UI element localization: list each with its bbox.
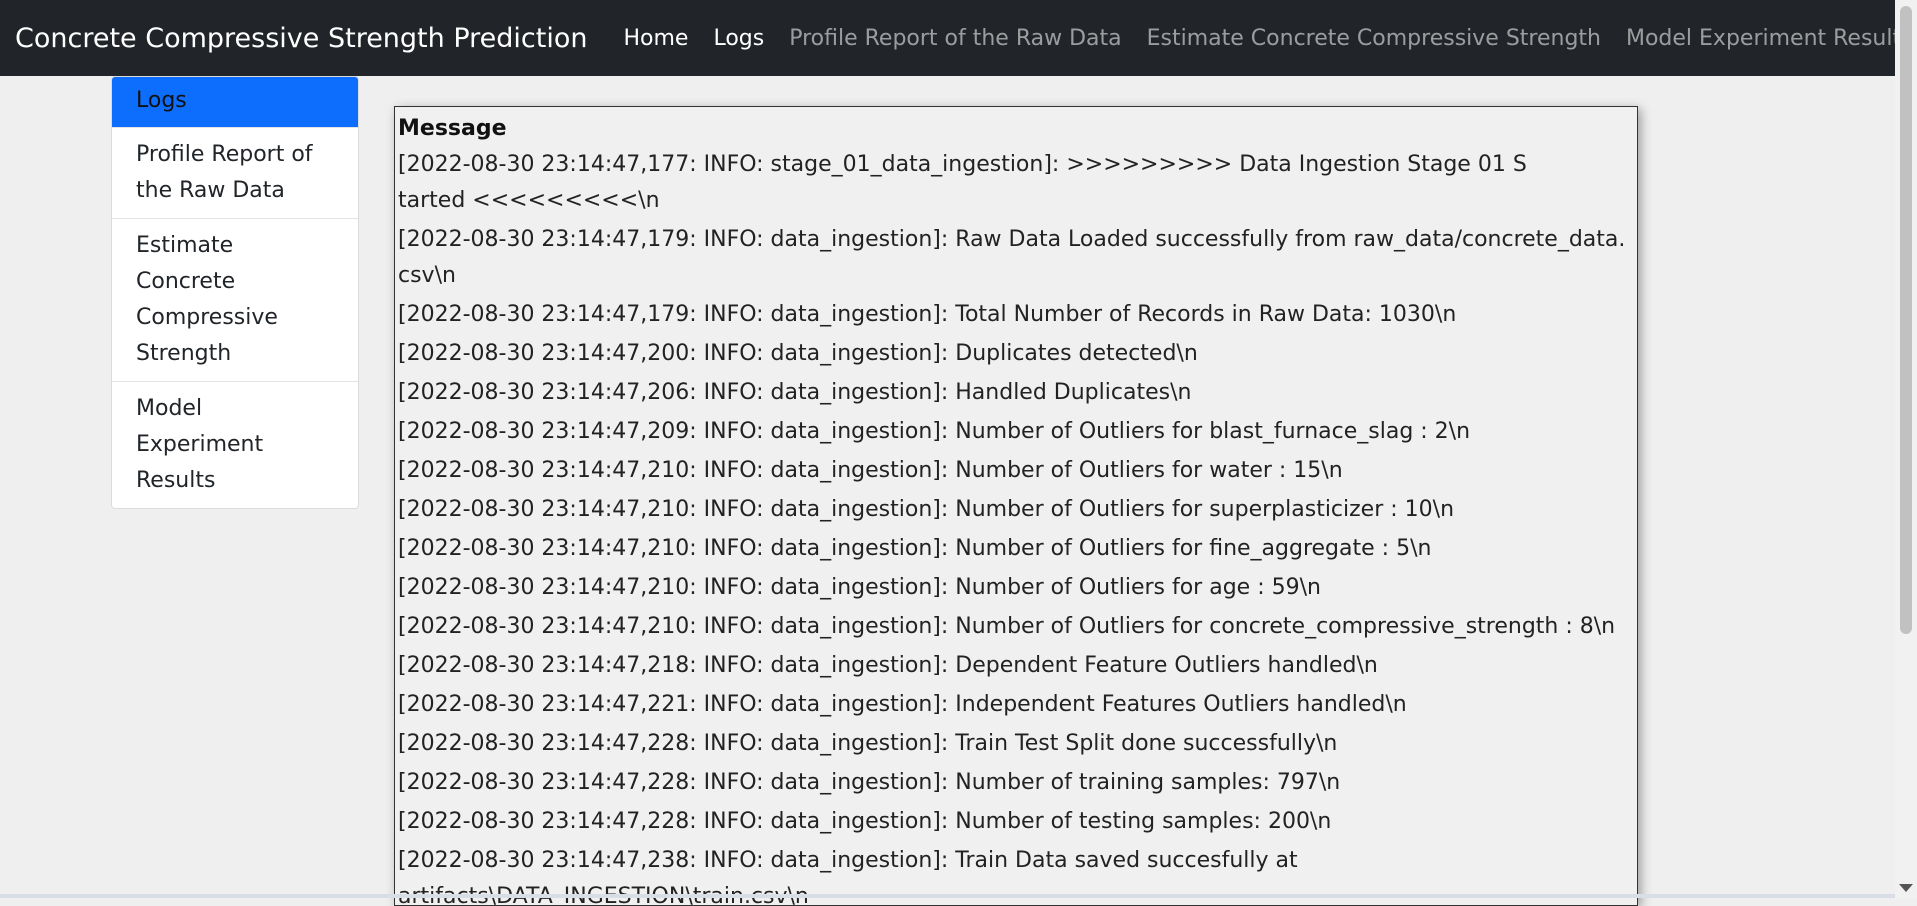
sidebar-item-estimate-strength[interactable]: Estimate Concrete Compressive Strength <box>112 219 358 382</box>
nav-link-profile-report[interactable]: Profile Report of the Raw Data <box>789 26 1121 51</box>
log-row: [2022-08-30 23:14:47,210: INFO: data_ing… <box>398 570 1634 606</box>
log-row: [2022-08-30 23:14:47,179: INFO: data_ing… <box>398 222 1634 294</box>
log-row: [2022-08-30 23:14:47,228: INFO: data_ing… <box>398 726 1634 762</box>
log-table: Message [2022-08-30 23:14:47,177: INFO: … <box>394 106 1638 906</box>
log-row: [2022-08-30 23:14:47,221: INFO: data_ing… <box>398 687 1634 723</box>
nav-link-home[interactable]: Home <box>623 26 688 51</box>
log-row: [2022-08-30 23:14:47,177: INFO: stage_01… <box>398 147 1528 219</box>
sidebar-item-logs[interactable]: Logs <box>112 77 358 128</box>
log-row: [2022-08-30 23:14:47,228: INFO: data_ing… <box>398 804 1634 840</box>
log-row: [2022-08-30 23:14:47,179: INFO: data_ing… <box>398 297 1634 333</box>
log-row: [2022-08-30 23:14:47,218: INFO: data_ing… <box>398 648 1634 684</box>
sidebar-item-profile-report[interactable]: Profile Report of the Raw Data <box>112 128 358 219</box>
scrollbar-thumb[interactable] <box>1900 6 1912 634</box>
nav-link-model-results[interactable]: Model Experiment Results <box>1626 26 1913 51</box>
page-scrollbar[interactable] <box>1895 0 1917 898</box>
bottom-edge <box>0 894 1895 898</box>
log-row: [2022-08-30 23:14:47,228: INFO: data_ing… <box>398 765 1634 801</box>
log-row: [2022-08-30 23:14:47,206: INFO: data_ing… <box>398 375 1634 411</box>
scroll-down-arrow-icon[interactable] <box>1899 884 1913 892</box>
log-row: [2022-08-30 23:14:47,210: INFO: data_ing… <box>398 492 1634 528</box>
top-navbar: Concrete Compressive Strength Prediction… <box>0 0 1895 76</box>
sidebar: Logs Profile Report of the Raw Data Esti… <box>111 76 359 509</box>
log-row: [2022-08-30 23:14:47,210: INFO: data_ing… <box>398 531 1634 567</box>
nav-link-logs[interactable]: Logs <box>713 26 764 51</box>
log-row: [2022-08-30 23:14:47,210: INFO: data_ing… <box>398 453 1634 489</box>
log-row: [2022-08-30 23:14:47,210: INFO: data_ing… <box>398 609 1634 645</box>
log-column-header: Message <box>398 111 1634 147</box>
brand-title[interactable]: Concrete Compressive Strength Prediction <box>15 23 587 54</box>
log-row: [2022-08-30 23:14:47,209: INFO: data_ing… <box>398 414 1634 450</box>
log-row: [2022-08-30 23:14:47,200: INFO: data_ing… <box>398 336 1634 372</box>
sidebar-item-model-results[interactable]: Model Experiment Results <box>112 382 358 508</box>
nav-link-estimate-strength[interactable]: Estimate Concrete Compressive Strength <box>1147 26 1601 51</box>
